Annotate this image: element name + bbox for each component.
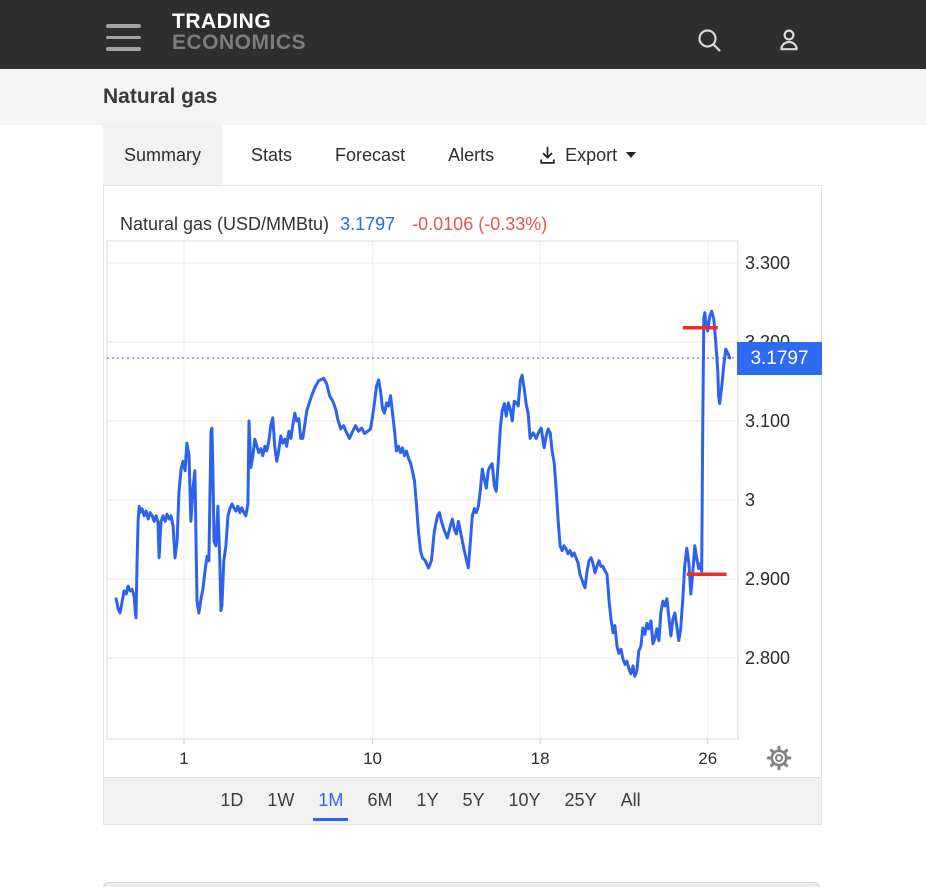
search-icon[interactable] (694, 26, 726, 63)
range-25y[interactable]: 25Y (553, 784, 609, 819)
tab-summary[interactable]: Summary (103, 125, 222, 185)
chart-last-price: 3.1797 (340, 214, 395, 234)
price-chart[interactable]: Natural gas (USD/MMBtu) 3.1797 -0.0106 (… (104, 186, 821, 777)
user-account-icon[interactable] (773, 25, 805, 62)
range-1w[interactable]: 1W (255, 784, 306, 819)
range-all[interactable]: All (609, 784, 653, 819)
range-5y[interactable]: 5Y (450, 784, 496, 819)
range-10y[interactable]: 10Y (497, 784, 553, 819)
page-title: Natural gas (103, 85, 217, 109)
range-selector: 1D 1W 1M 6M 1Y 5Y 10Y 25Y All (104, 777, 821, 824)
tab-forecast[interactable]: Forecast (321, 125, 419, 185)
hamburger-menu-icon[interactable] (106, 24, 141, 52)
export-label: Export (565, 145, 617, 166)
range-1d[interactable]: 1D (208, 784, 255, 819)
range-6m[interactable]: 6M (355, 784, 404, 819)
price-line (116, 311, 730, 676)
export-button[interactable]: Export (523, 125, 650, 185)
title-band: Natural gas (0, 69, 926, 125)
next-section-card-top (103, 882, 820, 887)
x-axis-label: 1 (164, 748, 204, 770)
chart-canvas[interactable] (104, 186, 821, 777)
chart-settings-gear-icon[interactable] (765, 744, 793, 772)
chart-title: Natural gas (USD/MMBtu) (120, 214, 329, 234)
x-axis-label: 10 (353, 748, 393, 770)
y-axis-label: 3 (745, 489, 815, 511)
y-axis-label: 2.900 (745, 568, 815, 590)
chart-card: Natural gas (USD/MMBtu) 3.1797 -0.0106 (… (103, 185, 822, 825)
tab-bar: Summary Stats Forecast Alerts Export (0, 125, 926, 185)
current-price-badge: 3.1797 (737, 342, 822, 375)
tab-alerts[interactable]: Alerts (434, 125, 508, 185)
download-icon (537, 145, 558, 166)
logo-line-2: ECONOMICS (172, 31, 306, 55)
plot-border (107, 241, 738, 739)
range-1m[interactable]: 1M (306, 784, 355, 819)
range-1y[interactable]: 1Y (404, 784, 450, 819)
tab-stats[interactable]: Stats (237, 125, 306, 185)
x-axis-label: 26 (688, 748, 728, 770)
trading-economics-page: TRADING ECONOMICS Natural gas Summary St… (0, 0, 926, 887)
app-header: TRADING ECONOMICS (0, 0, 926, 69)
y-axis-label: 3.300 (745, 252, 815, 274)
chevron-down-icon (626, 152, 636, 158)
chart-header: Natural gas (USD/MMBtu) 3.1797 -0.0106 (… (120, 214, 547, 235)
logo[interactable]: TRADING ECONOMICS (172, 10, 306, 55)
y-axis-label: 3.100 (745, 410, 815, 432)
x-axis-label: 18 (520, 748, 560, 770)
chart-change: -0.0106 (-0.33%) (412, 214, 547, 234)
y-axis-label: 2.800 (745, 647, 815, 669)
